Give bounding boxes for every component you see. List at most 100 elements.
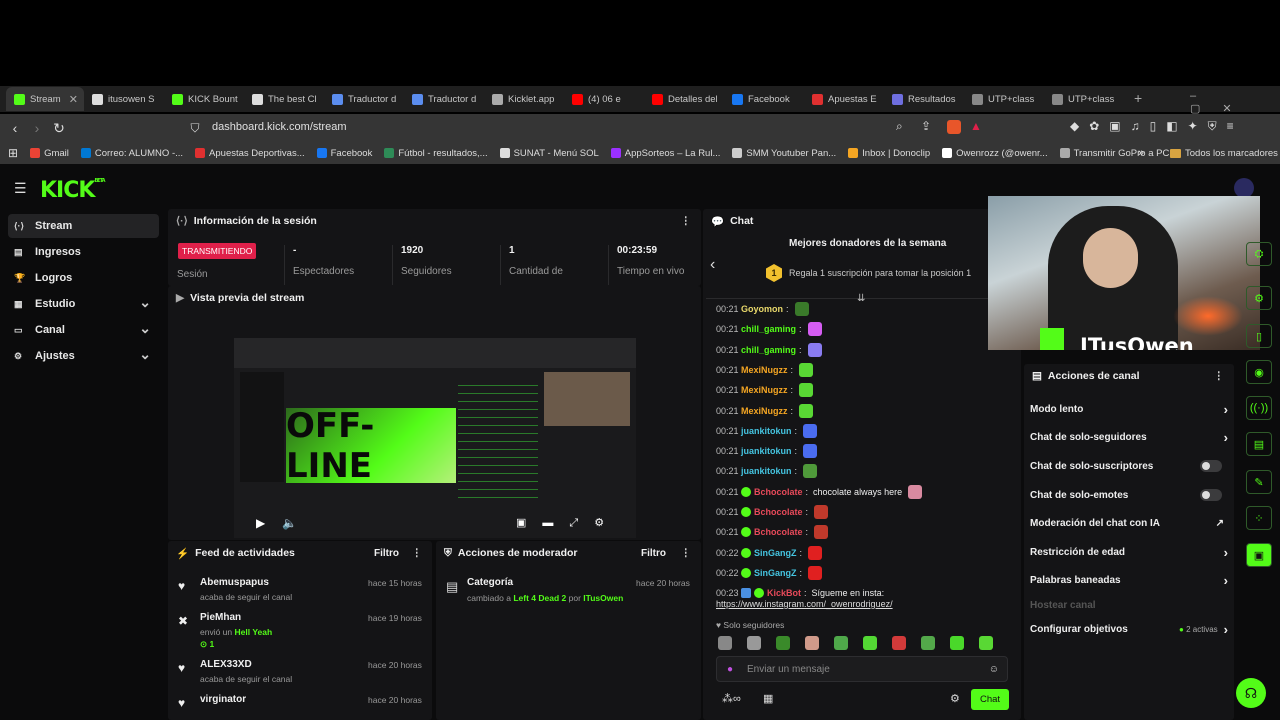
extensions-icons[interactable]: ◆✿▣♫▯◧✦⛨≡ [1070,119,1244,134]
tool-rail-button[interactable]: ⁘ [1246,506,1272,530]
channel-action-chat-de-solo-suscriptores[interactable]: Chat de solo-suscriptores [1030,459,1228,473]
help-button[interactable]: ☊ [1236,678,1266,708]
emote-icon[interactable] [805,636,819,650]
tool-rail-button[interactable]: ▤ [1246,432,1272,456]
donors-back-icon[interactable]: ‹ [710,256,715,274]
chat-settings-icon[interactable]: ⚙ [950,692,960,705]
share-icon[interactable]: ⇪ [921,119,931,133]
browser-tab[interactable]: Apuestas E [804,87,884,111]
chat-input[interactable]: ● Enviar un mensaje ☺ [716,656,1008,682]
apps-grid-icon[interactable]: ⊞ [8,146,18,160]
chat-username[interactable]: KickBot [767,588,801,598]
sidebar-item-ingresos[interactable]: ▤ Ingresos [8,240,159,264]
chat-username[interactable]: chill_gaming [741,345,796,355]
bookmark-icon[interactable]: ⛉ [184,121,206,136]
volume-icon[interactable]: 🔈 [282,516,297,530]
window-controls[interactable]: –▢✕ [1190,90,1280,115]
bookmark-item[interactable]: Inbox | Donoclip [848,148,930,159]
emote-icon[interactable] [921,636,935,650]
chat-username[interactable]: juankitokun [741,466,792,476]
chat-username[interactable]: Bchocolate [754,527,803,537]
forward-icon[interactable]: › [26,120,48,136]
browser-tab[interactable]: The best Cl [244,87,324,111]
chevron-right-icon[interactable]: › [1224,545,1228,560]
browser-tab[interactable]: Traductor d [404,87,484,111]
bookmark-item[interactable]: Facebook [316,148,372,159]
chat-username[interactable]: juankitokun [741,426,792,436]
chat-username[interactable]: MexiNugzz [741,406,788,416]
channel-action-modo-lento[interactable]: Modo lento › [1030,402,1228,417]
tool-rail-button[interactable]: ◉ [1246,360,1272,384]
rewards-icon[interactable]: ▲ [970,119,982,133]
chat-username[interactable]: SinGangZ [754,568,797,578]
emote-icon[interactable] [979,636,993,650]
browser-tab[interactable]: UTP+class [964,87,1044,111]
browser-tab[interactable]: Traductor d [324,87,404,111]
play-icon[interactable]: ▶ [256,516,265,530]
player-controls-icons[interactable]: ▣▬⤢⚙ [516,516,620,530]
mic-icon[interactable]: ● [727,664,733,675]
emote-icon[interactable] [892,636,906,650]
brave-shield-icon[interactable] [947,120,961,134]
kick-logo[interactable]: KICKBETA [40,178,106,203]
emote-icon[interactable] [718,636,732,650]
channel-actions-menu-icon[interactable]: ⋮ [1214,370,1225,382]
browser-tab[interactable]: Stream ✕ [6,87,84,111]
bookmark-item[interactable]: Owenrozz (@owenr... [942,148,1048,159]
emote-icon[interactable] [776,636,790,650]
chevron-right-icon[interactable]: › [1224,573,1228,588]
chat-send-button[interactable]: Chat [971,689,1009,710]
feed-menu-icon[interactable]: ⋮ [412,547,423,559]
channel-action-palabras-baneadas[interactable]: Palabras baneadas › [1030,573,1228,588]
emote-icon[interactable] [863,636,877,650]
bookmark-item[interactable]: Apuestas Deportivas... [195,148,305,159]
browser-tab[interactable]: Detalles del [644,87,724,111]
channel-action-chat-de-solo-seguidores[interactable]: Chat de solo-seguidores › [1030,430,1228,445]
tool-rail-button[interactable]: ⚙ [1246,286,1272,310]
browser-tab[interactable]: KICK Bount [164,87,244,111]
bookmark-item[interactable]: Gmail [30,148,69,159]
feed-item-name[interactable]: Abemuspapus [200,577,269,588]
sidebar-item-estudio[interactable]: ▦ Estudio ⌄ [8,292,159,316]
tool-rail-button[interactable]: ▯ [1246,324,1272,348]
feed-filter-button[interactable]: Filtro [374,548,399,559]
feed-item-name[interactable]: ALEX33XD [200,659,252,670]
browser-tab[interactable]: itusowen S [84,87,164,111]
session-menu-icon[interactable]: ⋮ [681,215,692,227]
emote-icon[interactable] [747,636,761,650]
bookmark-item[interactable]: AppSorteos – La Rul... [610,148,720,159]
bookmark-item[interactable]: Correo: ALUMNO -... [80,148,183,159]
browser-tab[interactable]: Facebook [724,87,804,111]
chat-link[interactable]: https://www.instagram.com/_owenrodriguez… [716,599,893,609]
chat-username[interactable]: chill_gaming [741,324,796,334]
tool-rail-button[interactable]: ⛭ [1246,242,1272,266]
chat-username[interactable]: juankitokun [741,446,792,456]
toggle-switch[interactable] [1200,489,1222,501]
chat-gift-icon[interactable]: ▦ [763,692,773,705]
chevron-down-icon[interactable]: ⌄ [139,346,151,363]
bookmark-item[interactable]: SUNAT - Menú SOL [499,148,599,159]
bookmark-item[interactable]: SMM Youtuber Pan... [732,148,836,159]
tool-rail-button[interactable]: ✎ [1246,470,1272,494]
all-bookmarks[interactable]: Todos los marcadores [1170,148,1278,159]
emote-icon[interactable] [834,636,848,650]
channel-action-configurar-objetivos[interactable]: Configurar objetivos ● 2 activas › [1030,622,1228,637]
browser-tab[interactable]: Kicklet.app [484,87,564,111]
chevron-down-icon[interactable]: ⌄ [139,294,151,311]
external-link-icon[interactable]: ↗ [1216,518,1224,529]
chat-username[interactable]: Bchocolate [754,487,803,497]
reload-icon[interactable]: ↻ [48,120,70,137]
sidebar-item-stream[interactable]: ⟨·⟩ Stream [8,214,159,238]
bookmark-item[interactable]: Fútbol - resultados,... [384,148,488,159]
mod-item-game[interactable]: Left 4 Dead 2 [513,593,566,603]
tool-rail-button[interactable]: ((·)) [1246,396,1272,420]
toggle-switch[interactable] [1200,460,1222,472]
channel-action-chat-de-solo-emotes[interactable]: Chat de solo-emotes [1030,488,1228,502]
chevron-right-icon[interactable]: › [1224,430,1228,445]
mod-menu-icon[interactable]: ⋮ [681,547,692,559]
sidebar-item-logros[interactable]: 🏆 Logros [8,266,159,290]
chevron-down-icon[interactable]: ⌄ [139,320,151,337]
chat-username[interactable]: Goyomon [741,304,783,314]
chat-username[interactable]: SinGangZ [754,548,797,558]
pinned-icon[interactable]: ⇊ [857,293,865,304]
